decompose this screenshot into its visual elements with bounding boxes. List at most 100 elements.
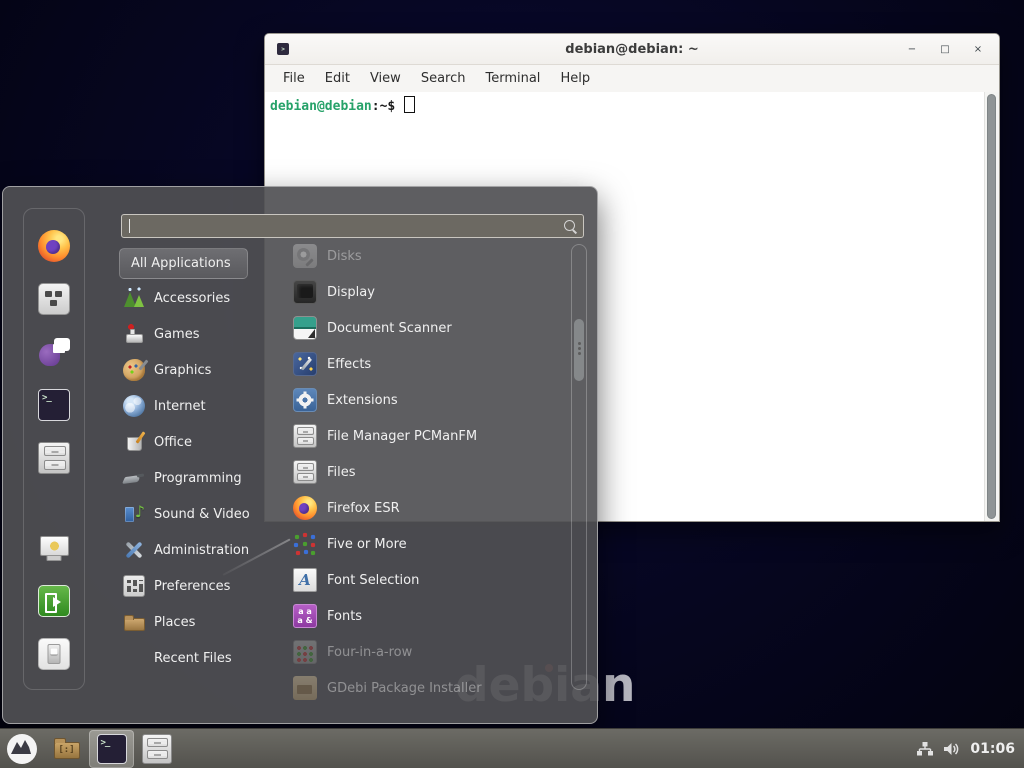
terminal-titlebar[interactable]: > debian@debian: ~ − □ × xyxy=(265,34,999,65)
favorite-software[interactable] xyxy=(37,282,71,316)
app-label: Five or More xyxy=(327,537,407,552)
menu-button[interactable] xyxy=(6,733,38,765)
window-list xyxy=(44,729,179,768)
session-group xyxy=(37,531,71,671)
app-label: Files xyxy=(327,465,356,480)
log-out-button[interactable] xyxy=(37,584,71,618)
terminal-menu-file[interactable]: File xyxy=(273,71,315,86)
fontsel-icon xyxy=(293,568,317,592)
app-list-scrollbar[interactable] xyxy=(571,244,587,690)
app-label: Fonts xyxy=(327,609,362,624)
app-file-manager-pcmanfm[interactable]: File Manager PCManFM xyxy=(291,418,565,454)
docscanner-icon xyxy=(293,316,317,340)
category-label: Internet xyxy=(154,399,206,414)
close-button[interactable]: × xyxy=(967,38,989,60)
category-all-applications[interactable]: All Applications xyxy=(119,248,248,279)
app-effects[interactable]: Effects xyxy=(291,346,565,382)
category-recent-files[interactable]: Recent Files xyxy=(119,640,271,676)
app-label: File Manager PCManFM xyxy=(327,429,477,444)
games-icon xyxy=(123,323,145,345)
search-input[interactable] xyxy=(122,215,583,237)
category-label: Accessories xyxy=(154,291,230,306)
shut-down-button[interactable] xyxy=(37,637,71,671)
clock[interactable]: 01:06 xyxy=(970,741,1015,757)
app-list: DisksDisplayDocument Scanner Effects Exten… xyxy=(291,238,565,701)
cabinet-icon xyxy=(142,734,172,764)
logout-icon xyxy=(38,585,70,617)
file-manager-window-button[interactable] xyxy=(44,730,89,768)
favorite-terminal[interactable] xyxy=(37,388,71,422)
extensions-icon xyxy=(293,388,317,412)
app-four-in-a-row[interactable]: Four-in-a-row xyxy=(291,634,565,670)
app-label: GDebi Package Installer xyxy=(327,681,482,696)
application-menu: All Applications Accessories Games Graphics… xyxy=(2,186,598,724)
files-window-button[interactable] xyxy=(134,730,179,768)
terminal-menu-edit[interactable]: Edit xyxy=(315,71,360,86)
taskbar: 01:06 xyxy=(0,728,1024,768)
terminal-scrollbar[interactable] xyxy=(984,92,999,521)
places-icon xyxy=(123,611,145,633)
folder-tan-icon xyxy=(52,734,82,764)
programming-icon xyxy=(123,467,145,489)
category-places[interactable]: Places xyxy=(119,604,271,640)
category-graphics[interactable]: Graphics xyxy=(119,352,271,388)
terminal-scrollbar-thumb[interactable] xyxy=(987,94,996,519)
menu-button-logo xyxy=(6,733,38,765)
category-accessories[interactable]: Accessories xyxy=(119,280,271,316)
app-font-selection[interactable]: Font Selection xyxy=(291,562,565,598)
gdebi-icon xyxy=(293,676,317,700)
terminal-window-icon: > xyxy=(277,43,289,55)
office-icon xyxy=(123,431,145,453)
app-gdebi-package-installer[interactable]: GDebi Package Installer xyxy=(291,670,565,701)
app-firefox-esr[interactable]: Firefox ESR xyxy=(291,490,565,526)
maximize-button[interactable]: □ xyxy=(934,38,956,60)
app-files[interactable]: Files xyxy=(291,454,565,490)
app-fonts[interactable]: Fonts xyxy=(291,598,565,634)
terminal-menubar: FileEditViewSearchTerminalHelp xyxy=(265,65,999,93)
terminal-menu-view[interactable]: View xyxy=(360,71,411,86)
terminal-menu-terminal[interactable]: Terminal xyxy=(475,71,550,86)
favorite-firefox[interactable] xyxy=(37,229,71,263)
network-icon[interactable] xyxy=(916,741,934,757)
minimize-button[interactable]: − xyxy=(901,38,923,60)
pidgin-icon xyxy=(38,336,70,368)
app-list-scrollbar-thumb[interactable] xyxy=(574,319,584,381)
search-icon xyxy=(564,220,575,231)
app-extensions[interactable]: Extensions xyxy=(291,382,565,418)
terminal-window-button[interactable] xyxy=(89,730,134,768)
display-icon xyxy=(293,280,317,304)
app-display[interactable]: Display xyxy=(291,274,565,310)
volume-icon[interactable] xyxy=(943,741,961,757)
text-caret xyxy=(129,219,130,233)
terminal-menu-help[interactable]: Help xyxy=(550,71,600,86)
category-label: Games xyxy=(154,327,199,342)
app-five-or-more[interactable]: Five or More xyxy=(291,526,565,562)
desktop: debian > debian@debian: ~ − □ × FileEdit… xyxy=(0,0,1024,768)
category-programming[interactable]: Programming xyxy=(119,460,271,496)
lock-screen-button[interactable] xyxy=(37,531,71,565)
app-label: Extensions xyxy=(327,393,398,408)
category-label: Graphics xyxy=(154,363,211,378)
graphics-icon xyxy=(123,359,145,381)
app-disks[interactable]: Disks xyxy=(291,238,565,274)
category-preferences[interactable]: Preferences xyxy=(119,568,271,604)
prompt-symbol: :~$ xyxy=(372,99,395,114)
favorite-pidgin[interactable] xyxy=(37,335,71,369)
fiveormore-icon xyxy=(293,532,317,556)
terminal-title: debian@debian: ~ xyxy=(565,42,698,57)
app-label: Font Selection xyxy=(327,573,419,588)
category-internet[interactable]: Internet xyxy=(119,388,271,424)
favorite-file-manager[interactable] xyxy=(37,441,71,475)
app-label: Effects xyxy=(327,357,371,372)
category-label: Sound & Video xyxy=(154,507,250,522)
firefox-icon xyxy=(38,230,70,262)
category-label: Places xyxy=(154,615,195,630)
app-document-scanner[interactable]: Document Scanner xyxy=(291,310,565,346)
favorites-sidebar xyxy=(23,208,85,690)
cabinet-icon xyxy=(293,424,317,448)
terminal-dark-icon xyxy=(97,734,127,764)
category-office[interactable]: Office xyxy=(119,424,271,460)
category-games[interactable]: Games xyxy=(119,316,271,352)
terminal-menu-search[interactable]: Search xyxy=(411,71,476,86)
category-sound-video[interactable]: Sound & Video xyxy=(119,496,271,532)
